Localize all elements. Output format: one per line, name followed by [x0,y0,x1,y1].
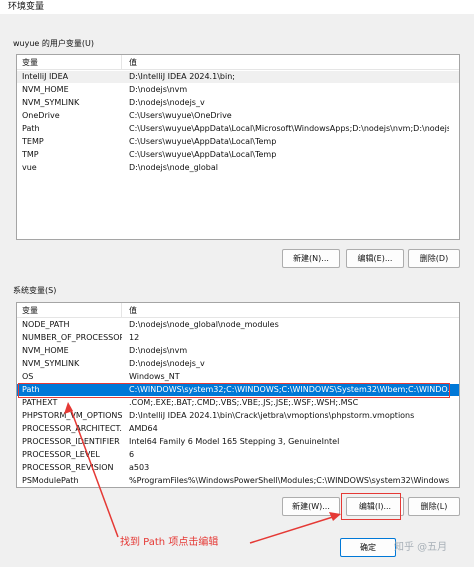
arrow-to-path-line [69,406,119,538]
watermark: 知乎 @五月 [394,542,448,553]
instruction-annotation: 找到 Path 项点击编辑 [120,537,219,548]
arrow-to-edit-line [249,515,337,544]
annotation-arrows [64,402,341,544]
ok-button[interactable]: 确定 [340,538,396,557]
arrow-to-edit-head [329,512,341,521]
